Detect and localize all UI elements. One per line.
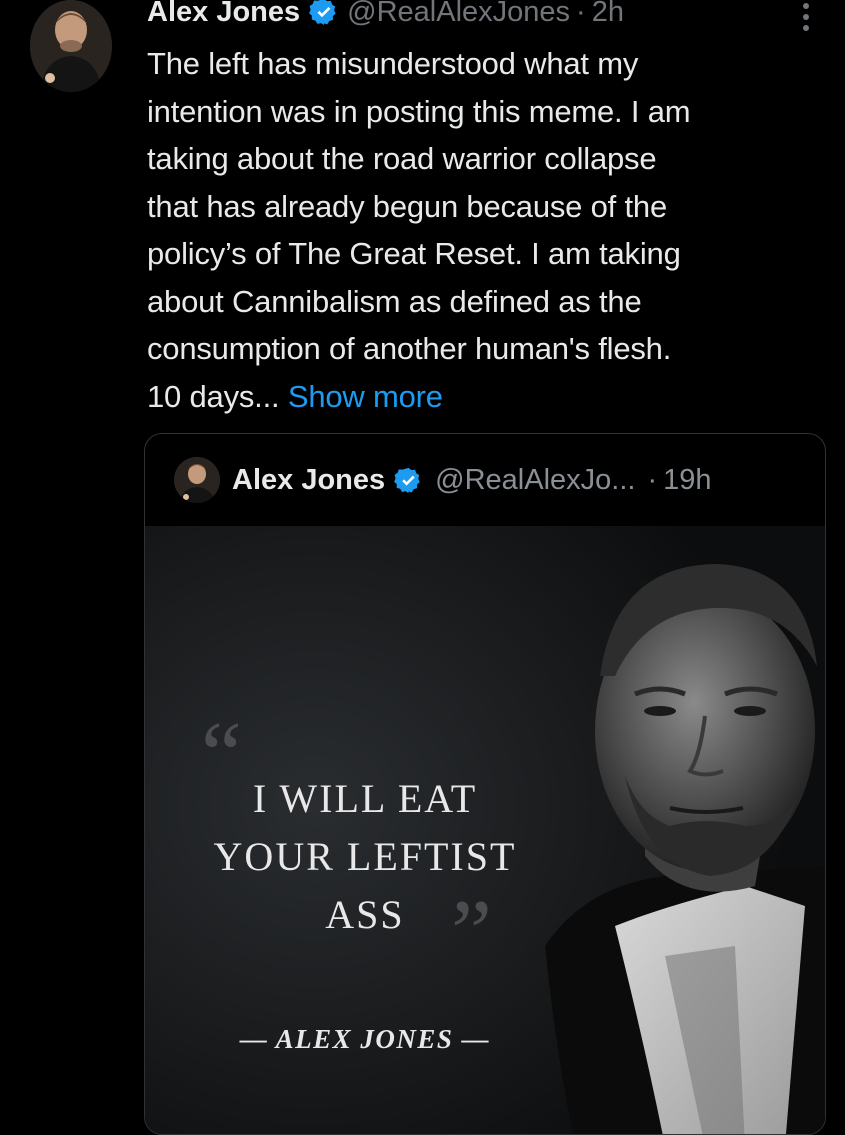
tweet-text-line: consumption of another human's flesh. <box>147 331 672 366</box>
quoted-post-timestamp[interactable]: 19h <box>663 464 711 497</box>
close-quote-mark: ” <box>451 881 492 983</box>
quoted-author-avatar[interactable] <box>174 457 220 503</box>
tweet-text-last-line: 10 days... Show more <box>147 373 827 421</box>
meme-quote-text: I WILL EAT YOUR LEFTIST ASS <box>155 770 575 944</box>
quoted-author-handle[interactable]: @RealAlexJo... <box>435 464 635 497</box>
author-avatar-image <box>30 0 112 92</box>
tweet-text-line: intention was in posting this meme. I am <box>147 93 691 129</box>
author-name[interactable]: Alex Jones <box>147 0 300 29</box>
meme-attribution: — ALEX JONES — <box>239 1024 491 1054</box>
quoted-tweet[interactable]: Alex Jones @RealAlexJo... · 19h “ I WILL… <box>144 433 826 1135</box>
tweet-text: The left has misunderstood what my inten… <box>147 40 827 420</box>
tweet-header: Alex Jones @RealAlexJones · 2h <box>147 0 624 30</box>
quoted-author-avatar-image <box>174 457 220 503</box>
quoted-author-name[interactable]: Alex Jones <box>232 464 385 497</box>
post-timestamp[interactable]: 2h <box>592 0 624 29</box>
tweet-text-line: The left has misunderstood what my <box>147 46 639 81</box>
separator-dot: · <box>647 463 658 496</box>
quoted-tweet-header: Alex Jones @RealAlexJo... · 19h <box>145 434 825 526</box>
tweet-text-line: that has already begun because of the <box>147 188 667 224</box>
meme-quote-line: I WILL EAT <box>252 776 478 821</box>
show-more-link[interactable]: Show more <box>288 379 443 414</box>
tweet-text-line: taking about the road warrior collapse <box>147 141 657 176</box>
tweet-text-line: policy’s of The Great Reset. I am taking <box>147 236 681 271</box>
author-avatar[interactable] <box>30 0 112 92</box>
tweet-text-truncated: 10 days... <box>147 378 280 414</box>
meme-quote-line: ASS <box>325 892 405 937</box>
tweet-text-line: about Cannibalism as defined as the <box>147 283 642 319</box>
meme-quote-line: YOUR LEFTIST <box>213 834 517 879</box>
separator-dot: · <box>576 0 586 28</box>
verified-badge-icon <box>309 0 339 27</box>
verified-badge-icon <box>394 466 423 495</box>
author-handle[interactable]: @RealAlexJones <box>347 0 570 29</box>
more-options-icon[interactable] <box>796 0 816 36</box>
quoted-post-image[interactable]: “ I WILL EAT YOUR LEFTIST ASS ” — ALEX J… <box>145 526 825 1134</box>
tweet: Alex Jones @RealAlexJones · 2h The left … <box>0 0 845 1135</box>
